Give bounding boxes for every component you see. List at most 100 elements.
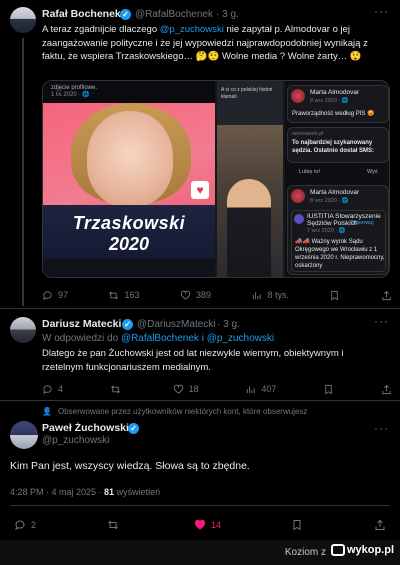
- repost-button[interactable]: 163: [108, 290, 140, 301]
- link-domain: newsweek.pl: [292, 131, 324, 137]
- wykop-logo: wykop.pl: [328, 544, 394, 560]
- profile-avatar-icon: [291, 189, 305, 203]
- author-handle[interactable]: @p_zuchowski: [42, 435, 109, 446]
- bookmark-icon: [293, 520, 301, 531]
- card-date: 8 wrz 2020 · 🌐: [310, 198, 349, 204]
- avatar[interactable]: [10, 317, 36, 343]
- media-grid[interactable]: zdjęcie profilowe. 1 lis 2020 · 🌐 ♥ Trza…: [42, 80, 390, 278]
- share-icon: [375, 519, 385, 530]
- share-icon: [382, 290, 391, 300]
- bookmark-icon: [325, 384, 332, 394]
- reply-context: W odpowiedzi do @RafalBochenek i @p_zuch…: [42, 333, 274, 344]
- reply-button[interactable]: 97: [42, 290, 68, 301]
- like-count: 389: [195, 290, 212, 300]
- avatar[interactable]: [10, 7, 36, 33]
- repost-button[interactable]: [107, 519, 124, 531]
- shared-text: 📣📣 Ważny wyrok Sądu Okręgowego we Wrocła…: [295, 239, 385, 269]
- share-button[interactable]: [381, 384, 392, 395]
- bookmark-button[interactable]: [329, 290, 340, 301]
- verified-badge-icon: ✓: [128, 423, 139, 434]
- like-button[interactable]: 14: [194, 519, 221, 531]
- author-handle[interactable]: @DariuszMatecki: [137, 319, 216, 330]
- campaign-poster: ♥ Trzaskowski 2020: [43, 103, 215, 259]
- follow-link: · Obserwuj: [347, 220, 374, 226]
- bookmark-icon: [331, 290, 339, 300]
- link-preview-card: newsweek.pl To najbardziej szykanowany s…: [287, 127, 389, 163]
- views-chart-icon: [247, 385, 255, 393]
- avatar[interactable]: [10, 421, 38, 449]
- heart-logo-icon: ♥: [191, 181, 209, 199]
- card-author: Marta Almodovar: [310, 89, 360, 96]
- people-icon: 👤: [42, 407, 52, 416]
- shared-date: 7 wrz 2020 · 🌐: [307, 228, 346, 234]
- author-name[interactable]: Dariusz Matecki: [42, 318, 121, 330]
- fb-post-card-2: Marta Almodovar 8 wrz 2020 · 🌐 IUSTITIA …: [287, 185, 389, 275]
- reply-button[interactable]: 4: [42, 384, 63, 395]
- views-chart-icon: [253, 291, 262, 299]
- tweet-time[interactable]: · 3 g.: [217, 319, 240, 330]
- media-image-screenshot[interactable]: Marta Almodovar 8 wrz 2020 · 🌐 Praworząd…: [285, 81, 389, 277]
- tweet-timestamp[interactable]: 4:28 PM · 4 maj 2025 ·: [10, 487, 104, 497]
- divider: [10, 505, 390, 506]
- author-handle[interactable]: @RafalBochenek: [135, 9, 213, 20]
- bookmark-button[interactable]: [291, 519, 303, 531]
- like-button[interactable]: 389: [180, 290, 211, 301]
- repost-button[interactable]: [110, 384, 126, 395]
- wykop-logo-icon: [330, 544, 345, 557]
- media-image-photo[interactable]: A ci co z polskiej histori kłamali: [217, 81, 283, 277]
- author-name[interactable]: Paweł Żuchowski: [42, 422, 129, 434]
- like-button[interactable]: 18: [173, 384, 199, 395]
- more-options-icon[interactable]: ···: [374, 4, 389, 18]
- share-button[interactable]: [374, 519, 386, 531]
- mention-link[interactable]: @p_zuchowski: [160, 24, 224, 35]
- more-options-icon[interactable]: ···: [374, 421, 389, 435]
- heart-icon: [173, 384, 183, 394]
- views-label: wyświetleń: [114, 487, 161, 497]
- views-count: 407: [261, 384, 277, 394]
- tweet-dariusz-matecki[interactable]: Dariusz Matecki ✓ @DariuszMatecki · 3 g.…: [0, 309, 400, 399]
- media-mid-caption: A ci co z polskiej histori kłamali: [221, 87, 273, 100]
- views-button[interactable]: 8 tys.: [251, 290, 289, 301]
- portrait-face: [87, 111, 173, 207]
- tweet-meta: 4:28 PM · 4 maj 2025 · 81 wyświetleń: [10, 487, 160, 497]
- poster-name: Trzaskowski: [72, 213, 186, 233]
- like-count: 18: [188, 384, 199, 394]
- reply-button[interactable]: 2: [14, 519, 36, 531]
- card-author: Marta Almodovar: [310, 189, 360, 196]
- thread-line: [22, 38, 24, 306]
- social-context-text: Obserwowane przez użytkowników niektóryc…: [57, 407, 308, 416]
- tweet-text: A teraz zgadnijcie dlaczego @p_zuchowski…: [42, 23, 392, 64]
- tweet-actions: 2 14: [14, 518, 386, 532]
- profile-avatar-icon: [291, 89, 305, 103]
- like-count: 14: [210, 520, 221, 530]
- repost-icon: [109, 291, 119, 299]
- org-logo-icon: [294, 214, 304, 224]
- repost-icon: [107, 520, 118, 530]
- media-image-poster[interactable]: zdjęcie profilowe. 1 lis 2020 · 🌐 ♥ Trza…: [43, 81, 215, 277]
- card-date: 8 wrz 2020 · 🌐: [310, 98, 349, 104]
- reply-count: 4: [58, 384, 64, 394]
- media-caption: zdjęcie profilowe. 1 lis 2020 · 🌐: [51, 85, 97, 98]
- shared-post: IUSTITIA Stowarzyszenie Sędziów Polskich…: [291, 210, 386, 272]
- reply-count: 97: [58, 290, 69, 300]
- reply-to-mentions[interactable]: @RafalBochenek i @p_zuchowski: [121, 333, 274, 344]
- photo-person: [227, 179, 271, 277]
- tweet-text-part: A teraz zgadnijcie dlaczego: [42, 24, 160, 35]
- views-button[interactable]: 407: [245, 384, 276, 395]
- tweet-text: Dlatego że pan Żuchowski jest od lat nie…: [42, 348, 344, 373]
- repost-icon: [110, 385, 120, 393]
- tweet-rafal-bochenek[interactable]: Rafał Bochenek ✓ @RafalBochenek · 3 g. ·…: [0, 0, 400, 310]
- media-bottom-strip: [43, 259, 215, 277]
- heart-filled-icon: [194, 519, 205, 530]
- share-label: Wyś: [367, 169, 378, 175]
- heart-icon: [180, 290, 191, 300]
- author-name[interactable]: Rafał Bochenek: [42, 8, 121, 20]
- share-button[interactable]: [381, 290, 392, 301]
- more-options-icon[interactable]: ···: [374, 314, 389, 328]
- tweet-actions: 97 163 389 8 tys.: [42, 288, 392, 302]
- tweet-pawel-zuchowski[interactable]: 👤 Obserwowane przez użytkowników niektóry…: [0, 401, 400, 540]
- like-label: Lubię to!: [299, 169, 321, 175]
- bookmark-button[interactable]: [323, 384, 334, 395]
- verified-badge-icon: ✓: [120, 9, 131, 20]
- tweet-time[interactable]: · 3 g.: [216, 9, 239, 20]
